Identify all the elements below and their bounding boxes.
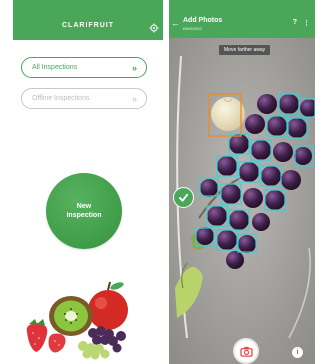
arrow-left-icon[interactable]: ← (171, 18, 180, 28)
camera-icon (239, 346, 253, 357)
camera-hint-toast: Move farther away (219, 45, 271, 55)
page-title: Add Photos (183, 17, 223, 24)
all-inspections-label: All Inspections (32, 64, 78, 71)
app-logo: CLARIFRUIT (62, 22, 114, 29)
add-photos-screen: ← Add Photos BN001503 ? ⋮ Move farther a… (169, 0, 315, 364)
offline-inspections-label: Offline Inspections (32, 95, 90, 102)
more-options-icon[interactable]: ⋮ (303, 19, 310, 27)
confirm-button[interactable] (173, 187, 194, 208)
new-inspection-label-line1: New (76, 203, 92, 210)
chevron-right-icon: » (131, 62, 137, 73)
help-icon[interactable]: ? (293, 19, 297, 26)
status-bar (13, 0, 163, 10)
fruit-illustration (26, 281, 128, 360)
chevron-right-icon: » (131, 93, 137, 104)
info-button[interactable]: i (292, 347, 303, 358)
new-inspection-label-line2: Inspection (66, 212, 102, 219)
home-screen: CLARIFRUIT All Inspections » Offline Ins… (13, 0, 163, 364)
gear-icon[interactable] (149, 23, 159, 33)
inspection-id: BN001503 (183, 26, 202, 31)
offline-inspections-button[interactable]: Offline Inspections » (21, 88, 147, 109)
capture-button[interactable] (233, 338, 259, 364)
check-icon (178, 193, 189, 202)
all-inspections-button[interactable]: All Inspections » (21, 57, 147, 78)
app-header: CLARIFRUIT (13, 0, 163, 40)
new-inspection-button[interactable]: New Inspection (46, 173, 122, 249)
